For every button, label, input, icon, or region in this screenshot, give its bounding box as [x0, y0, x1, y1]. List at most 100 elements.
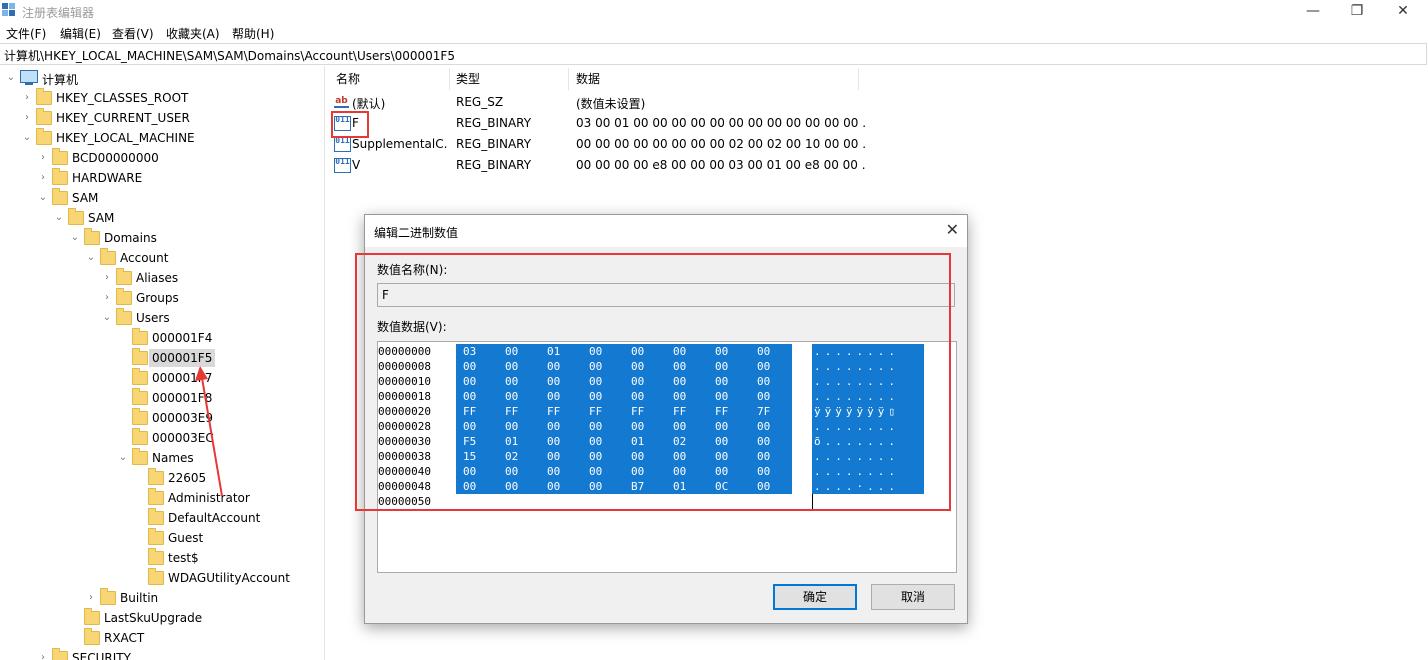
chevron-right-icon[interactable]: › — [38, 171, 48, 185]
ok-button[interactable]: 确定 — [773, 584, 857, 610]
tree-node-label: 000001F5 — [149, 349, 216, 367]
menu-help[interactable]: 帮助(H) — [232, 25, 274, 42]
folder-icon — [132, 368, 148, 385]
tree-node-label: Guest — [168, 531, 204, 545]
close-icon[interactable]: ✕ — [946, 220, 959, 239]
registry-tree: ⌄ 计算机 › HKEY_CLASSES_ROOT › HKEY_CURRENT_US… — [0, 66, 322, 660]
folder-icon — [52, 648, 68, 660]
folder-icon — [148, 568, 164, 585]
chevron-right-icon[interactable]: › — [102, 291, 112, 305]
restore-button[interactable]: ❐ — [1334, 0, 1380, 22]
value-name: SupplementalC... — [352, 137, 448, 151]
tree-node-label: Domains — [104, 231, 157, 245]
tree-node-label: 000001F4 — [152, 331, 213, 345]
column-type-header[interactable]: 类型 — [456, 70, 480, 87]
chevron-down-icon[interactable]: ⌄ — [118, 451, 128, 465]
binary-value-icon: 011 — [334, 158, 351, 173]
computer-icon — [20, 70, 38, 85]
tree-node-label: SAM — [88, 211, 115, 225]
tree-node-label: 000003E9 — [152, 411, 214, 425]
value-row[interactable]: 011 F REG_BINARY 03 00 01 00 00 00 00 00 00… — [334, 113, 874, 133]
chevron-right-icon[interactable]: › — [38, 651, 48, 660]
column-data-header[interactable]: 数据 — [576, 70, 600, 87]
chevron-down-icon[interactable]: ⌄ — [70, 231, 80, 245]
column-separator[interactable] — [449, 68, 450, 90]
menu-view[interactable]: 查看(V) — [112, 25, 154, 42]
chevron-down-icon[interactable]: ⌄ — [54, 211, 64, 225]
value-name: (默认) — [352, 97, 386, 111]
folder-icon — [148, 508, 164, 525]
value-type: REG_BINARY — [456, 137, 532, 151]
column-separator[interactable] — [568, 68, 569, 90]
window-title: 注册表编辑器 — [22, 6, 95, 20]
folder-icon — [84, 608, 100, 625]
chevron-down-icon[interactable]: ⌄ — [6, 71, 16, 85]
menu-file[interactable]: 文件(F) — [6, 25, 46, 42]
address-bar[interactable]: 计算机\HKEY_LOCAL_MACHINE\SAM\SAM\Domains\A… — [0, 43, 1427, 65]
binary-value-icon: 011 — [334, 137, 351, 152]
value-row[interactable]: 011 V REG_BINARY 00 00 00 00 e8 00 00 00 03… — [334, 155, 874, 175]
value-row[interactable]: ab (默认) REG_SZ (数值未设置) — [334, 92, 874, 112]
chevron-right-icon[interactable]: › — [86, 591, 96, 605]
tree-node-label: HARDWARE — [72, 171, 143, 185]
chevron-right-icon[interactable]: › — [102, 271, 112, 285]
value-row[interactable]: 011 SupplementalC... REG_BINARY 00 00 00 00… — [334, 134, 874, 154]
tree-node-label: Account — [120, 251, 169, 265]
folder-icon — [100, 588, 116, 605]
folder-icon — [116, 308, 132, 325]
tree-node-label: WDAGUtilityAccount — [168, 571, 290, 585]
value-type: REG_BINARY — [456, 116, 532, 130]
chevron-right-icon[interactable]: › — [22, 111, 32, 125]
tree-node-label: LastSkuUpgrade — [104, 611, 203, 625]
cancel-button[interactable]: 取消 — [871, 584, 955, 610]
tree-node-label: SAM — [72, 191, 99, 205]
address-path: 计算机\HKEY_LOCAL_MACHINE\SAM\SAM\Domains\A… — [4, 49, 455, 63]
folder-icon — [116, 268, 132, 285]
folder-icon — [36, 108, 52, 125]
highlight-box-hex-data — [355, 253, 951, 511]
column-name-header[interactable]: 名称 — [336, 70, 360, 87]
tree-node-label: 000001F8 — [152, 391, 213, 405]
tree-node-label: 000003EC — [152, 431, 214, 445]
folder-icon — [52, 148, 68, 165]
chevron-down-icon[interactable]: ⌄ — [102, 311, 112, 325]
close-button[interactable]: ✕ — [1380, 0, 1426, 22]
highlight-box-value-f — [331, 111, 369, 138]
folder-icon — [52, 168, 68, 185]
folder-icon — [132, 328, 148, 345]
folder-icon — [116, 288, 132, 305]
tree-node-label: 计算机 — [42, 73, 79, 87]
folder-icon — [36, 88, 52, 105]
menu-favorites[interactable]: 收藏夹(A) — [166, 25, 220, 42]
folder-icon — [148, 528, 164, 545]
tree-node-label: 000001F7 — [152, 371, 213, 385]
chevron-right-icon[interactable]: › — [22, 91, 32, 105]
chevron-down-icon[interactable]: ⌄ — [22, 131, 32, 145]
menu-edit[interactable]: 编辑(E) — [60, 25, 101, 42]
chevron-right-icon[interactable]: › — [38, 151, 48, 165]
chevron-down-icon[interactable]: ⌄ — [86, 251, 96, 265]
column-separator[interactable] — [858, 68, 859, 90]
tree-node-label: 22605 — [168, 471, 207, 485]
string-value-icon: ab — [334, 96, 349, 108]
chevron-down-icon[interactable]: ⌄ — [38, 191, 48, 205]
minimize-button[interactable]: — — [1290, 0, 1336, 22]
dialog-title-bar: 编辑二进制数值 ✕ — [365, 215, 967, 247]
tree-node-label: Builtin — [120, 591, 159, 605]
tree-node-label: Users — [136, 311, 170, 325]
pane-splitter[interactable] — [324, 66, 329, 660]
folder-icon — [84, 228, 100, 245]
value-data: 00 00 00 00 00 00 00 00 02 00 02 00 10 0… — [576, 137, 866, 151]
folder-icon — [36, 128, 52, 145]
folder-icon — [68, 208, 84, 225]
folder-icon — [132, 348, 148, 365]
folder-icon — [148, 488, 164, 505]
